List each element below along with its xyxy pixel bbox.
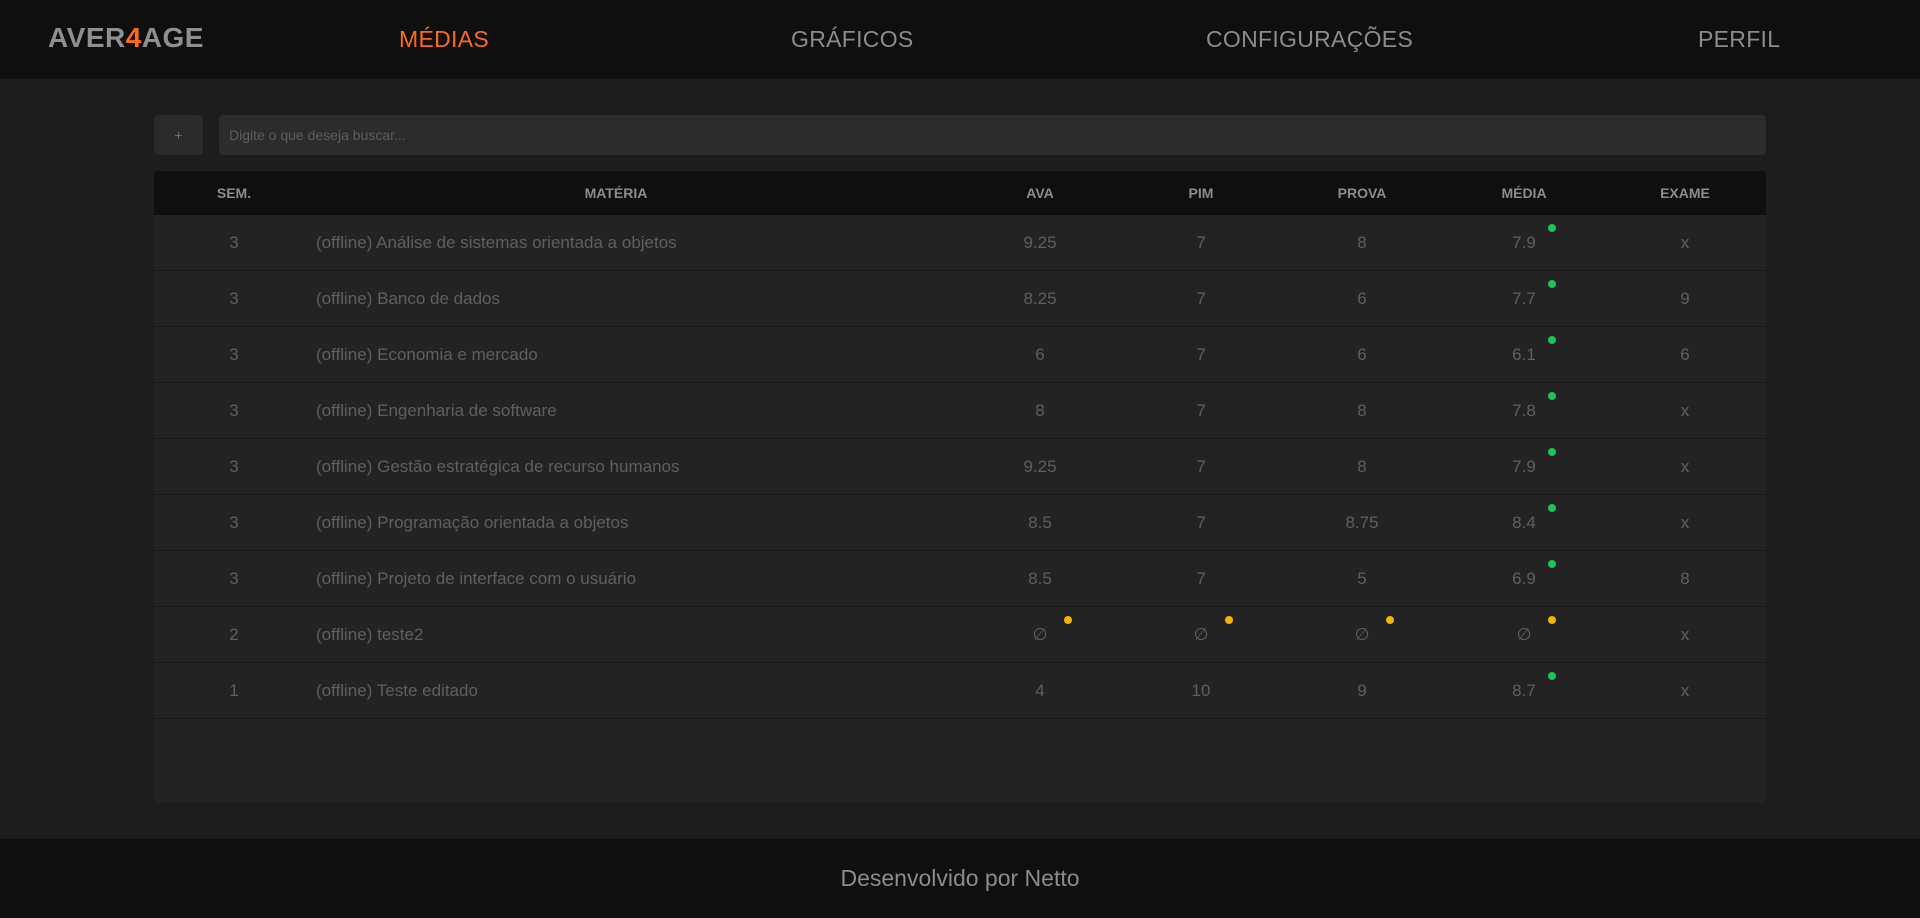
cell-ava: 8.5 xyxy=(1028,513,1052,532)
cell-ava: 4 xyxy=(1035,681,1045,700)
cell-exame: x xyxy=(1680,457,1690,476)
table-row[interactable]: 3 (offline) Gestão estratégica de recurso… xyxy=(154,439,1766,495)
cell-prova: 6 xyxy=(1357,289,1367,308)
cell-exame: x xyxy=(1680,625,1690,644)
cell-sem: 3 xyxy=(229,233,239,252)
header-materia[interactable]: MATÉRIA xyxy=(316,171,916,215)
status-dot-icon xyxy=(1548,504,1556,512)
nav-link-perfil[interactable]: PERFIL xyxy=(1698,26,1780,53)
cell-materia: (offline) Banco de dados xyxy=(316,289,500,308)
cell-sem: 3 xyxy=(229,513,239,532)
cell-exame: x xyxy=(1680,233,1690,252)
cell-pim: 7 xyxy=(1196,345,1206,364)
status-dot-icon xyxy=(1548,224,1556,232)
cell-pim: 7 xyxy=(1196,457,1206,476)
add-subject-button[interactable]: + xyxy=(154,115,203,155)
nav-link-configuracoes[interactable]: CONFIGURAÇÕES xyxy=(1206,26,1413,53)
status-dot-icon xyxy=(1548,616,1556,624)
cell-sem: 3 xyxy=(229,457,239,476)
cell-ava: 6 xyxy=(1035,345,1045,364)
cell-materia: (offline) Projeto de interface com o usu… xyxy=(316,569,637,588)
cell-prova: 8 xyxy=(1357,457,1367,476)
cell-ava: 9.25 xyxy=(1023,457,1057,476)
cell-exame: 6 xyxy=(1680,345,1690,364)
table-row[interactable]: 3 (offline) Análise de sistemas orientada… xyxy=(154,215,1766,271)
cell-sem: 3 xyxy=(229,345,239,364)
logo-prefix: AVER xyxy=(48,22,126,53)
cell-prova: 8 xyxy=(1357,233,1367,252)
nav-link-medias[interactable]: MÉDIAS xyxy=(399,26,489,53)
cell-pim: 7 xyxy=(1196,233,1206,252)
cell-exame: x xyxy=(1680,513,1690,532)
cell-pim: 7 xyxy=(1196,513,1206,532)
cell-ava: 8.5 xyxy=(1028,569,1052,588)
table-header: SEM. MATÉRIA AVA PIM PROVA MÉDIA EXAME xyxy=(154,171,1766,215)
cell-exame: 8 xyxy=(1680,569,1690,588)
cell-sem: 3 xyxy=(229,569,239,588)
cell-materia: (offline) teste2 xyxy=(316,625,424,644)
status-dot-icon xyxy=(1548,392,1556,400)
logo-accent: 4 xyxy=(125,22,142,53)
top-navbar: AVER4AGE MÉDIAS GRÁFICOS CONFIGURAÇÕES P… xyxy=(0,0,1920,79)
cell-prova: 9 xyxy=(1357,681,1367,700)
table-row[interactable]: 3 (offline) Projeto de interface com o us… xyxy=(154,551,1766,607)
cell-pim: 7 xyxy=(1196,569,1206,588)
cell-ava: 8 xyxy=(1035,401,1045,420)
cell-sem: 3 xyxy=(229,289,239,308)
status-dot-icon xyxy=(1548,560,1556,568)
cell-ava: 8.25 xyxy=(1023,289,1057,308)
table-row[interactable]: 1 (offline) Teste editado 4 10 9 8.7 x xyxy=(154,663,1766,719)
table-row[interactable]: 3 (offline) Economia e mercado 6 7 6 6.1 6 xyxy=(154,327,1766,383)
cell-sem: 2 xyxy=(229,625,239,644)
cell-pim: 7 xyxy=(1196,401,1206,420)
cell-sem: 3 xyxy=(229,401,239,420)
footer-credit: Desenvolvido por Netto xyxy=(0,839,1920,918)
cell-prova: 8 xyxy=(1357,401,1367,420)
cell-prova: 6 xyxy=(1357,345,1367,364)
cell-materia: (offline) Gestão estratégica de recurso … xyxy=(316,457,680,476)
table-row[interactable]: 3 (offline) Programação orientada a objet… xyxy=(154,495,1766,551)
cell-exame: 9 xyxy=(1680,289,1690,308)
status-dot-icon xyxy=(1548,448,1556,456)
header-exame[interactable]: EXAME xyxy=(1645,171,1725,215)
cell-pim: 10 xyxy=(1191,681,1211,700)
header-media[interactable]: MÉDIA xyxy=(1484,171,1564,215)
status-dot-icon xyxy=(1548,672,1556,680)
logo-suffix: AGE xyxy=(141,22,204,53)
grades-table: SEM. MATÉRIA AVA PIM PROVA MÉDIA EXAME 3… xyxy=(154,171,1766,803)
status-dot-icon xyxy=(1225,616,1233,624)
header-pim[interactable]: PIM xyxy=(1161,171,1241,215)
status-dot-icon xyxy=(1548,336,1556,344)
cell-materia: (offline) Análise de sistemas orientada … xyxy=(316,233,677,252)
cell-exame: x xyxy=(1680,401,1690,420)
header-ava[interactable]: AVA xyxy=(1000,171,1080,215)
cell-materia: (offline) Teste editado xyxy=(316,681,478,700)
status-dot-icon xyxy=(1064,616,1072,624)
header-prova[interactable]: PROVA xyxy=(1322,171,1402,215)
status-dot-icon xyxy=(1548,280,1556,288)
cell-materia: (offline) Economia e mercado xyxy=(316,345,538,364)
cell-ava: 9.25 xyxy=(1023,233,1057,252)
cell-sem: 1 xyxy=(229,681,239,700)
cell-pim: 7 xyxy=(1196,289,1206,308)
header-sem[interactable]: SEM. xyxy=(194,171,274,215)
status-dot-icon xyxy=(1386,616,1394,624)
table-row[interactable]: 3 (offline) Engenharia de software 8 7 8 7.8 x xyxy=(154,383,1766,439)
table-row[interactable]: 3 (offline) Banco de dados 8.25 7 6 7.7 9 xyxy=(154,271,1766,327)
cell-materia: (offline) Engenharia de software xyxy=(316,401,557,420)
cell-materia: (offline) Programação orientada a objeto… xyxy=(316,513,629,532)
search-input[interactable] xyxy=(219,115,1766,155)
table-row[interactable]: 2 (offline) teste2 ∅ ∅ ∅ ∅ x xyxy=(154,607,1766,663)
app-logo[interactable]: AVER4AGE xyxy=(48,22,204,54)
nav-link-graficos[interactable]: GRÁFICOS xyxy=(791,26,914,53)
cell-exame: x xyxy=(1680,681,1690,700)
cell-prova: 5 xyxy=(1357,569,1367,588)
cell-prova: 8.75 xyxy=(1345,513,1379,532)
